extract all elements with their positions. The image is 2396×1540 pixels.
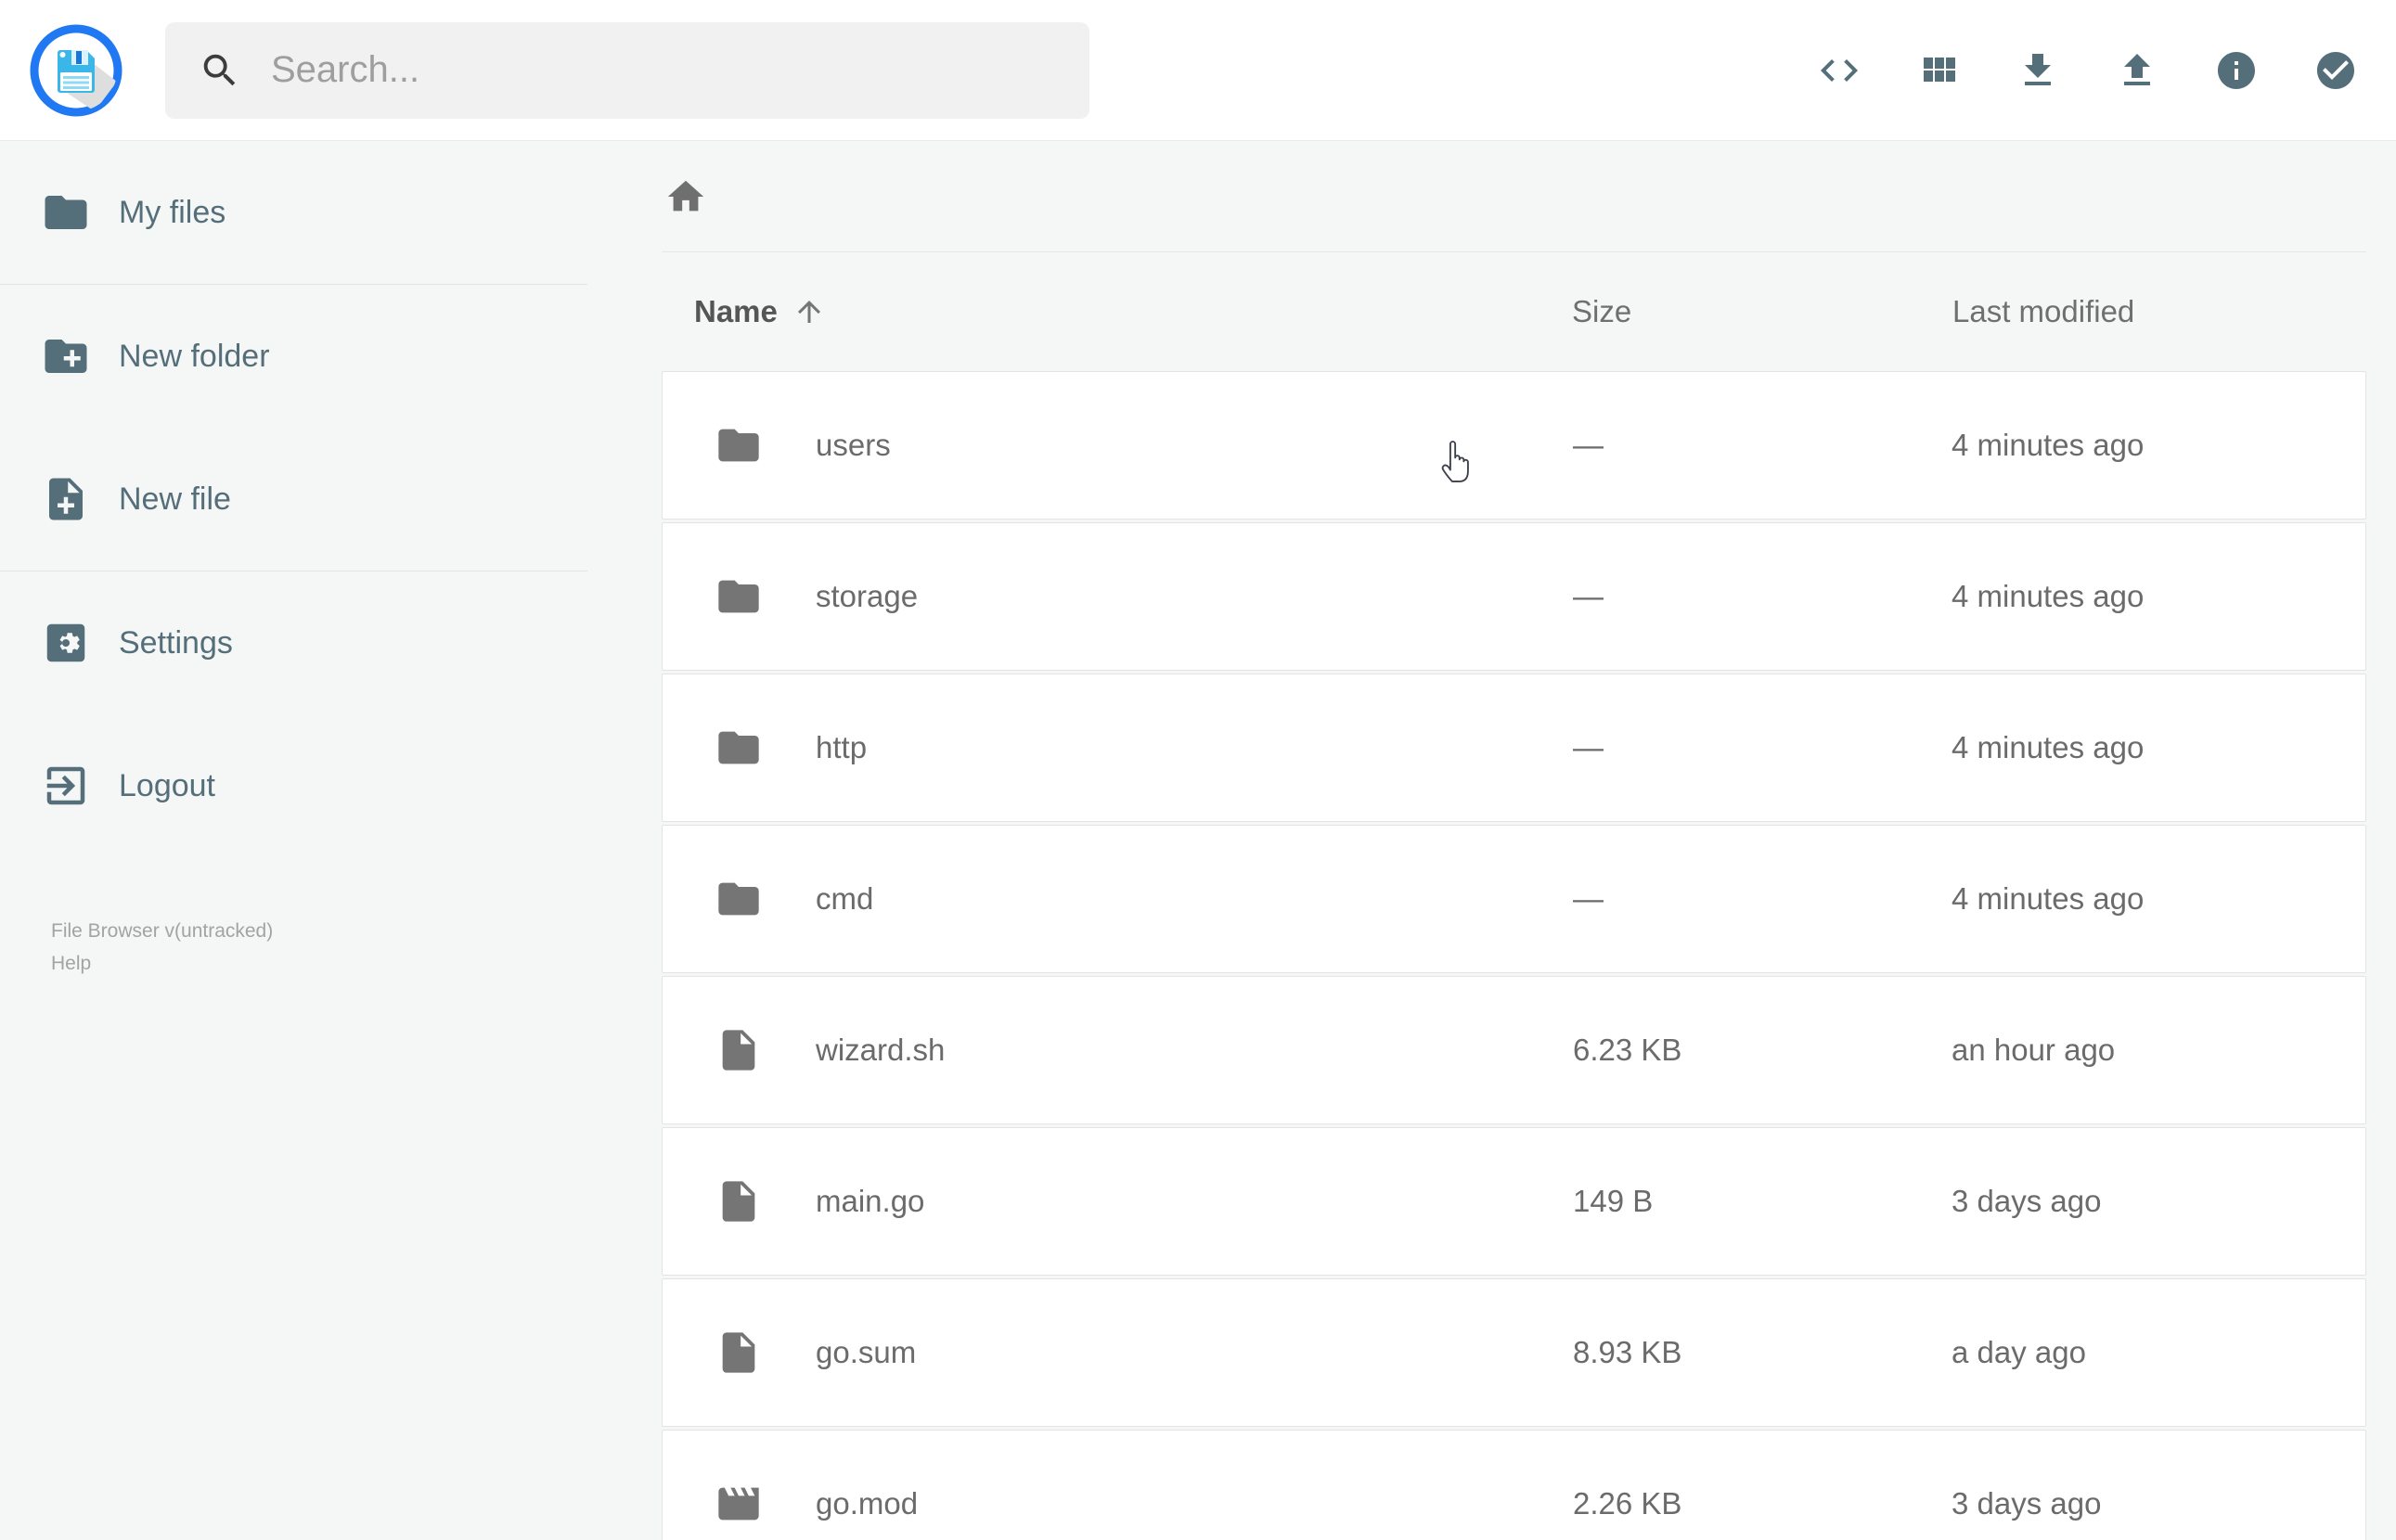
file-modified: 4 minutes ago	[1952, 428, 2145, 462]
row-cmd[interactable]: cmd — 4 minutes ago	[662, 825, 2366, 973]
row-http[interactable]: http — 4 minutes ago	[662, 674, 2366, 822]
listing-rows: users — 4 minutes ago storage — 4 minute…	[662, 371, 2366, 1540]
file-modified: a day ago	[1952, 1335, 2086, 1369]
file-name: go.mod	[816, 1486, 919, 1521]
movie-icon	[715, 1480, 763, 1528]
file-name: go.sum	[816, 1335, 917, 1369]
sidebar-item-settings[interactable]: Settings	[0, 571, 587, 714]
folder-icon	[715, 421, 763, 469]
sort-by-name-header[interactable]: Name	[694, 294, 826, 329]
sort-by-size-header[interactable]: Size	[1572, 294, 1631, 329]
top-bar	[0, 0, 2396, 141]
column-name-label: Name	[694, 294, 778, 328]
file-size: —	[1573, 428, 1604, 462]
file-size: 2.26 KB	[1573, 1486, 1682, 1521]
home-icon[interactable]	[664, 175, 707, 218]
help-link[interactable]: Help	[51, 947, 273, 980]
folder-icon	[715, 875, 763, 923]
row-go-mod[interactable]: go.mod 2.26 KB 3 days ago	[662, 1430, 2366, 1540]
folder-icon	[715, 572, 763, 621]
file-size: 8.93 KB	[1573, 1335, 1682, 1369]
listing-header: Name Size Last modified	[662, 252, 2366, 371]
file-name: cmd	[816, 881, 874, 916]
folder-icon	[41, 187, 91, 237]
file-size: —	[1573, 579, 1604, 613]
toolbar-actions	[1817, 48, 2396, 93]
sort-by-modified-header[interactable]: Last modified	[1952, 294, 2134, 329]
file-name: wizard.sh	[816, 1033, 946, 1067]
file-modified: 4 minutes ago	[1952, 579, 2145, 613]
sidebar-item-label: Settings	[119, 624, 233, 661]
row-go-sum[interactable]: go.sum 8.93 KB a day ago	[662, 1278, 2366, 1427]
sidebar: My files New folder New file Settings Lo…	[0, 141, 587, 1540]
search-icon	[199, 49, 241, 92]
file-icon	[715, 1026, 763, 1074]
settings-icon	[41, 618, 91, 668]
folder-icon	[715, 724, 763, 772]
file-icon	[715, 1177, 763, 1226]
file-modified: 4 minutes ago	[1952, 881, 2145, 916]
file-icon	[715, 1328, 763, 1377]
file-modified: 3 days ago	[1952, 1486, 2102, 1521]
file-name: users	[816, 428, 891, 462]
sort-ascending-arrow-icon	[792, 295, 826, 328]
sidebar-item-label: New folder	[119, 338, 270, 374]
file-name: storage	[816, 579, 919, 613]
sidebar-item-label: New file	[119, 481, 231, 517]
row-storage[interactable]: storage — 4 minutes ago	[662, 522, 2366, 671]
row-wizard-sh[interactable]: wizard.sh 6.23 KB an hour ago	[662, 976, 2366, 1124]
upload-icon[interactable]	[2115, 48, 2159, 93]
sidebar-item-label: Logout	[119, 767, 215, 803]
file-modified: an hour ago	[1952, 1033, 2116, 1067]
breadcrumb	[662, 141, 2366, 252]
sidebar-footer: File Browser v(untracked) Help	[51, 915, 273, 980]
file-modified: 4 minutes ago	[1952, 730, 2145, 764]
select-multiple-check-icon[interactable]	[2313, 48, 2358, 93]
download-icon[interactable]	[2016, 48, 2060, 93]
file-size: 6.23 KB	[1573, 1033, 1682, 1067]
sidebar-item-label: My files	[119, 194, 226, 230]
logout-icon	[41, 761, 91, 811]
search-input[interactable]	[271, 49, 1056, 91]
code-icon[interactable]	[1817, 48, 1861, 93]
row-main-go[interactable]: main.go 149 B 3 days ago	[662, 1127, 2366, 1276]
file-listing: Name Size Last modified users — 4 minute…	[587, 141, 2396, 1540]
version-text: File Browser v(untracked)	[51, 920, 274, 942]
file-size: —	[1573, 730, 1604, 764]
info-icon[interactable]	[2214, 48, 2259, 93]
file-name: http	[816, 730, 868, 764]
new-folder-icon	[41, 331, 91, 381]
file-modified: 3 days ago	[1952, 1184, 2102, 1218]
file-size: 149 B	[1573, 1184, 1654, 1218]
sidebar-item-logout[interactable]: Logout	[0, 714, 587, 857]
file-name: main.go	[816, 1184, 925, 1218]
grid-view-icon[interactable]	[1916, 48, 1961, 93]
sidebar-item-my-files[interactable]: My files	[0, 141, 587, 284]
sidebar-item-new-folder[interactable]: New folder	[0, 285, 587, 428]
row-users[interactable]: users — 4 minutes ago	[662, 371, 2366, 520]
new-file-icon	[41, 474, 91, 524]
file-browser-logo-icon	[30, 24, 122, 117]
sidebar-item-new-file[interactable]: New file	[0, 428, 587, 571]
file-size: —	[1573, 881, 1604, 916]
search-bar[interactable]	[165, 21, 1089, 119]
